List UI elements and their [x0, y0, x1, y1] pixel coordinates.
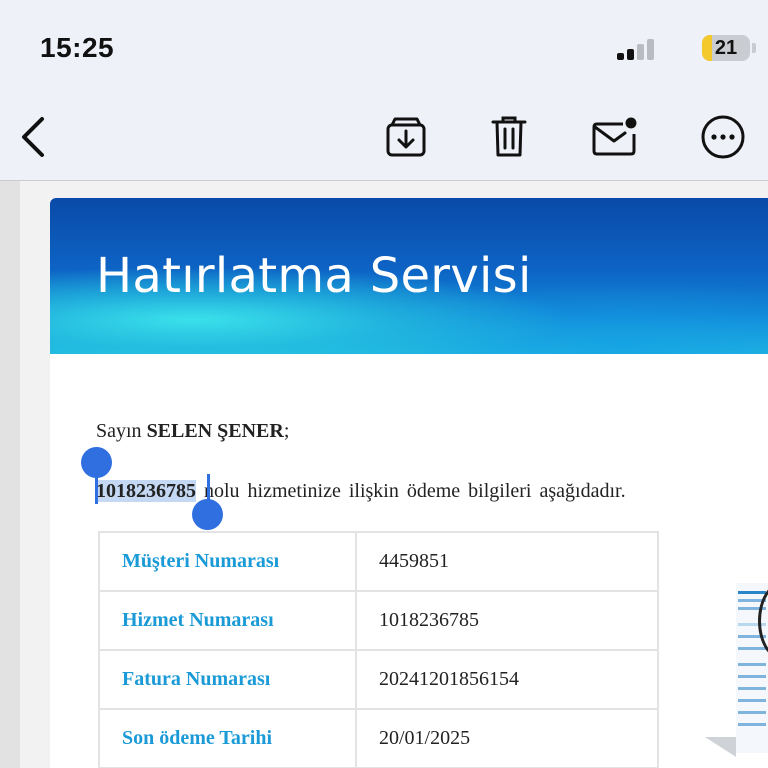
table-label: Müşteri Numarası: [98, 531, 357, 592]
delete-button[interactable]: [484, 112, 534, 162]
battery-percentage: 21: [714, 37, 738, 59]
greeting-line: Sayın SELEN ŞENER;: [96, 420, 289, 443]
customer-name: SELEN ŞENER: [146, 420, 284, 442]
mail-toolbar: [0, 95, 768, 181]
table-label: Hizmet Numarası: [98, 590, 357, 651]
table-row: Müşteri Numarası 4459851: [98, 531, 659, 592]
table-value: 20/01/2025: [355, 708, 659, 768]
more-icon: [701, 115, 745, 159]
greeting-suffix: ;: [283, 420, 290, 442]
archive-icon: [386, 117, 426, 157]
selection-end-handle[interactable]: [192, 499, 223, 530]
attachment-thumbnail[interactable]: [736, 583, 768, 753]
back-button[interactable]: [8, 112, 58, 162]
battery-tip: [752, 43, 756, 53]
table-label: Fatura Numarası: [98, 649, 357, 710]
status-time: 15:25: [40, 32, 115, 63]
selected-service-number[interactable]: 1018236785: [96, 480, 196, 502]
selection-start-handle[interactable]: [81, 447, 112, 478]
back-chevron-icon: [22, 117, 44, 157]
battery-icon: 21: [702, 35, 750, 61]
selection-start-caret: [95, 474, 98, 504]
mark-unread-button[interactable]: [590, 112, 640, 162]
payment-info-table: Müşteri Numarası 4459851 Hizmet Numarası…: [98, 531, 659, 768]
more-options-button[interactable]: [698, 112, 748, 162]
trash-icon: [491, 116, 527, 157]
table-value: 4459851: [355, 531, 659, 592]
email-banner: Hatırlatma Servisi: [50, 198, 768, 354]
banner-title: Hatırlatma Servisi: [96, 248, 532, 304]
table-label: Son ödeme Tarihi: [98, 708, 357, 768]
table-value: 20241201856154: [355, 649, 659, 710]
table-value: 1018236785: [355, 590, 659, 651]
table-row: Son ödeme Tarihi 20/01/2025: [98, 708, 659, 768]
cellular-signal-icon: [617, 38, 657, 60]
status-bar: 15:25 21: [0, 0, 768, 95]
greeting-prefix: Sayın: [96, 420, 142, 442]
table-row: Fatura Numarası 20241201856154: [98, 649, 659, 710]
email-content: Hatırlatma Servisi Sayın SELEN ŞENER; 10…: [50, 198, 768, 768]
archive-button[interactable]: [381, 112, 431, 162]
service-info-line: 1018236785 nolu hizmetinize ilişkin ödem…: [96, 480, 626, 503]
table-row: Hizmet Numarası 1018236785: [98, 590, 659, 651]
thumbnail-shadow: [705, 737, 736, 757]
mark-unread-icon: [592, 117, 637, 156]
service-line-text: nolu hizmetinize ilişkin ödeme bilgileri…: [196, 480, 626, 502]
